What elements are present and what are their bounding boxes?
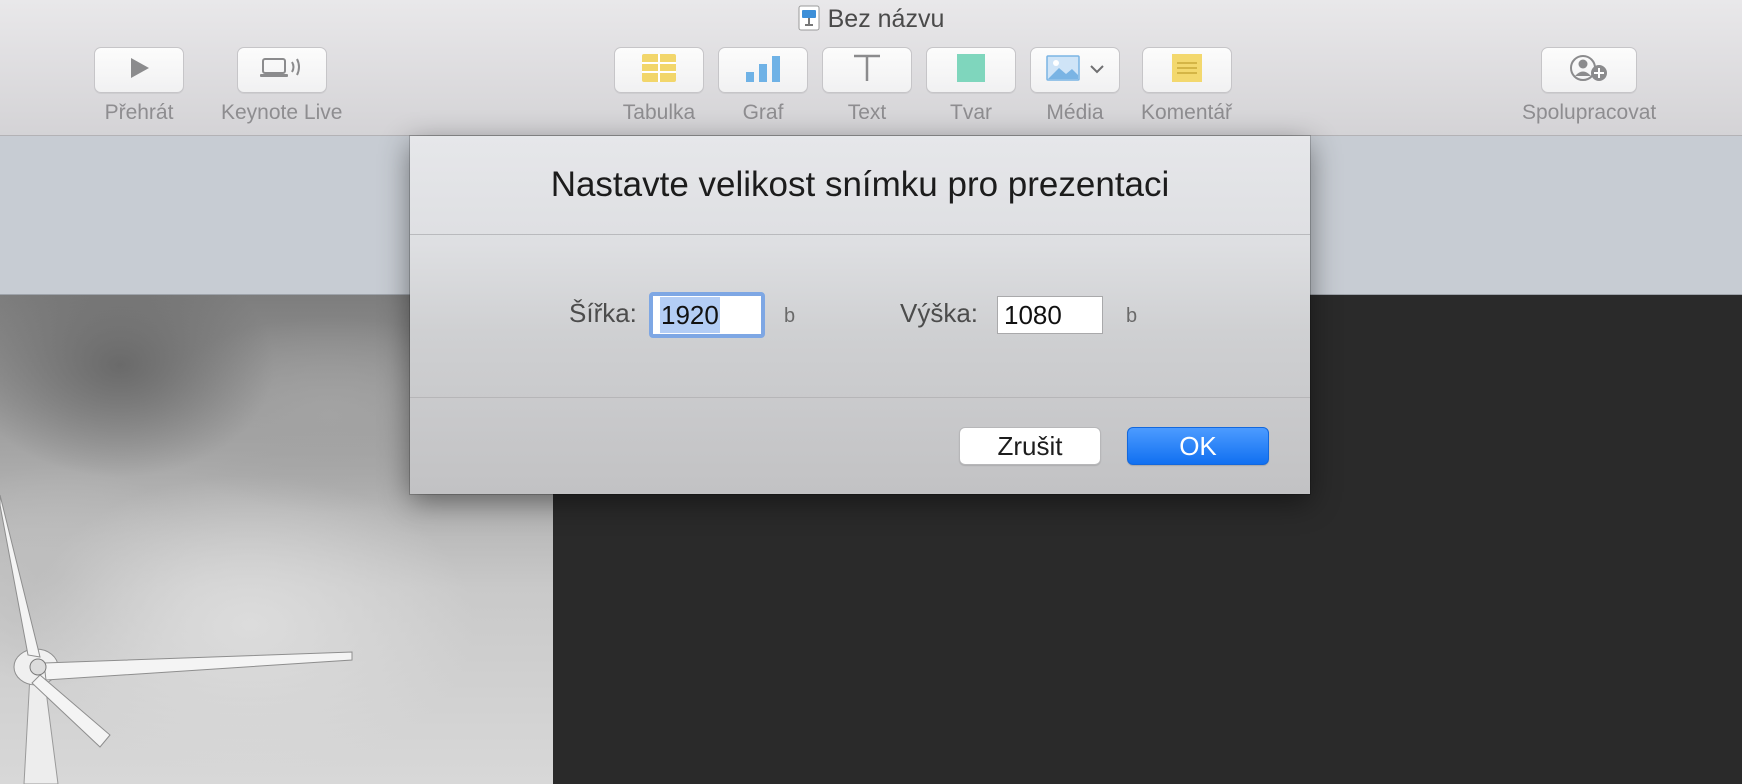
- bar-chart-icon: [746, 54, 780, 87]
- media-button[interactable]: [1030, 47, 1120, 93]
- shape-tool[interactable]: Tvar: [926, 47, 1016, 125]
- text-button[interactable]: [822, 47, 912, 93]
- collaborate-label: Spolupracovat: [1522, 101, 1657, 124]
- width-input-value: 1920: [660, 297, 720, 333]
- width-unit: b: [784, 305, 796, 327]
- keynote-document-icon: [798, 5, 820, 31]
- laptop-broadcast-icon: [259, 56, 305, 85]
- width-label: Šířka:: [569, 298, 637, 328]
- play-tool[interactable]: Přehrát: [94, 47, 184, 125]
- comment-button[interactable]: [1141, 47, 1232, 93]
- add-person-icon: [1569, 53, 1609, 88]
- text-icon: [852, 53, 882, 88]
- play-label: Přehrát: [104, 101, 174, 124]
- chart-button[interactable]: [718, 47, 808, 93]
- window-title-text: Bez názvu: [827, 5, 945, 33]
- square-shape-icon: [957, 53, 985, 87]
- chart-label: Graf: [742, 101, 784, 124]
- play-button[interactable]: [94, 47, 184, 93]
- keynote-live-label: Keynote Live: [221, 101, 343, 124]
- height-unit: b: [1126, 305, 1138, 327]
- keynote-live-button[interactable]: [236, 47, 327, 93]
- collaborate-tool[interactable]: Spolupracovat: [1522, 47, 1656, 125]
- slide-size-dialog: Nastavte velikost snímku pro prezentaci …: [410, 136, 1310, 494]
- dialog-divider: [410, 397, 1310, 398]
- table-icon: [642, 53, 676, 87]
- height-label: Výška:: [900, 298, 979, 328]
- toolbar: Bez názvu Přehrát Keynote Live Tabulka G…: [0, 0, 1742, 136]
- shape-label: Tvar: [950, 101, 992, 124]
- image-icon: [1046, 54, 1080, 86]
- comment-icon: [1171, 53, 1202, 87]
- table-button[interactable]: [614, 47, 704, 93]
- comment-label: Komentář: [1141, 101, 1233, 124]
- chart-tool[interactable]: Graf: [718, 47, 808, 125]
- height-input-value: 1080: [1004, 300, 1062, 330]
- shape-button[interactable]: [926, 47, 1016, 93]
- chevron-down-icon: [1090, 61, 1104, 79]
- table-tool[interactable]: Tabulka: [614, 47, 704, 125]
- comment-tool[interactable]: Komentář: [1141, 47, 1232, 125]
- dialog-title: Nastavte velikost snímku pro prezentaci: [410, 136, 1310, 235]
- ok-button[interactable]: OK: [1127, 427, 1269, 465]
- text-label: Text: [847, 101, 887, 124]
- keynote-live-tool[interactable]: Keynote Live: [221, 47, 342, 125]
- width-input[interactable]: 1920: [649, 292, 765, 338]
- table-label: Tabulka: [622, 101, 696, 124]
- media-label: Média: [1046, 101, 1104, 124]
- cancel-button[interactable]: Zrušit: [959, 427, 1101, 465]
- window-title: Bez názvu: [0, 4, 1742, 34]
- play-icon: [126, 55, 152, 86]
- text-tool[interactable]: Text: [822, 47, 912, 125]
- collaborate-button[interactable]: [1541, 47, 1638, 93]
- height-input[interactable]: 1080: [997, 296, 1103, 334]
- media-tool[interactable]: Média: [1030, 47, 1120, 125]
